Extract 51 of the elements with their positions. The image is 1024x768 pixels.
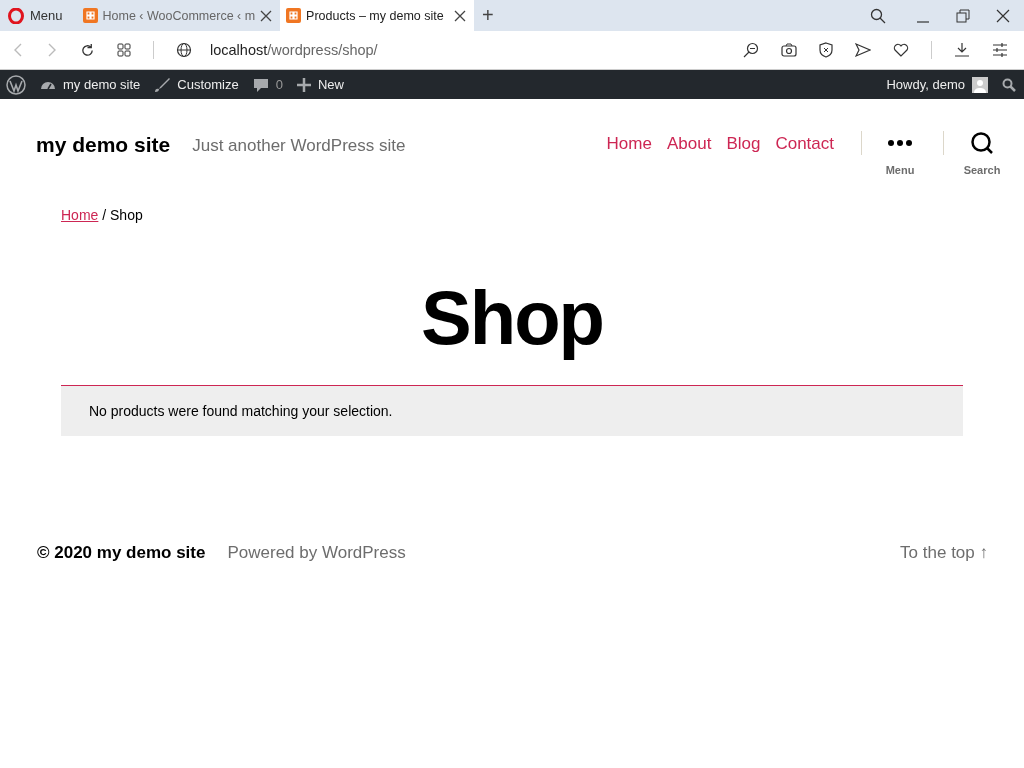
powered-by-link[interactable]: Powered by WordPress (227, 543, 406, 563)
breadcrumb-current: / Shop (101, 207, 143, 223)
customize-link[interactable]: Customize (154, 76, 239, 93)
site-title[interactable]: my demo site (36, 133, 171, 157)
new-content-link[interactable]: New (296, 77, 344, 92)
restore-icon[interactable] (956, 8, 970, 23)
zoom-out-icon[interactable] (743, 42, 759, 58)
close-icon[interactable] (454, 9, 467, 22)
camera-icon[interactable] (781, 42, 797, 58)
download-icon[interactable] (954, 42, 970, 58)
opera-menu-button[interactable]: Menu (8, 0, 77, 31)
browser-tab[interactable]: Home ‹ WooCommerce ‹ m (76, 0, 281, 31)
send-icon[interactable] (855, 42, 871, 58)
to-top-link[interactable]: To the top ↑ (900, 543, 988, 563)
site-tagline: Just another WordPress site (192, 136, 406, 156)
menu-button[interactable]: Menu (884, 131, 916, 176)
grid-icon[interactable] (117, 43, 131, 57)
shield-icon[interactable] (819, 42, 833, 58)
copyright-text: © 2020 my demo site (37, 543, 206, 563)
search-icon (970, 131, 994, 155)
account-menu-link[interactable]: Howdy, demo (886, 76, 988, 93)
browser-tab[interactable]: Products – my demo site (280, 0, 475, 31)
notice-message: No products were found matching your selection. (61, 385, 963, 436)
page-title: Shop (420, 274, 604, 362)
heart-icon[interactable] (893, 42, 909, 58)
favicon-icon (286, 8, 302, 23)
globe-icon (176, 42, 192, 58)
avatar-icon (972, 76, 988, 93)
nav-link[interactable]: Blog (726, 134, 761, 154)
nav-link[interactable]: Home (606, 134, 652, 154)
close-icon[interactable] (996, 8, 1010, 23)
brush-icon (154, 76, 171, 93)
new-tab-button[interactable]: + (474, 0, 502, 31)
breadcrumb-link[interactable]: Home (61, 207, 99, 223)
plus-icon (296, 77, 311, 92)
nav-link[interactable]: About (666, 134, 712, 154)
search-icon[interactable] (870, 7, 886, 24)
wordpress-logo-icon[interactable] (6, 74, 26, 95)
comment-icon (252, 76, 269, 93)
close-icon[interactable] (260, 9, 273, 22)
search-button[interactable]: Search (966, 131, 998, 176)
more-icon (887, 139, 913, 147)
reload-icon[interactable] (80, 42, 95, 58)
settings-icon[interactable] (992, 42, 1008, 58)
nav-link[interactable]: Contact (775, 134, 834, 154)
favicon-icon (82, 8, 98, 23)
comments-link[interactable]: 0 (252, 76, 283, 93)
address-field[interactable]: localhost/wordpress/shop/ (210, 42, 721, 58)
site-menu-link[interactable]: my demo site (40, 76, 141, 93)
opera-logo-icon (8, 7, 24, 24)
search-icon[interactable] (1002, 77, 1016, 92)
